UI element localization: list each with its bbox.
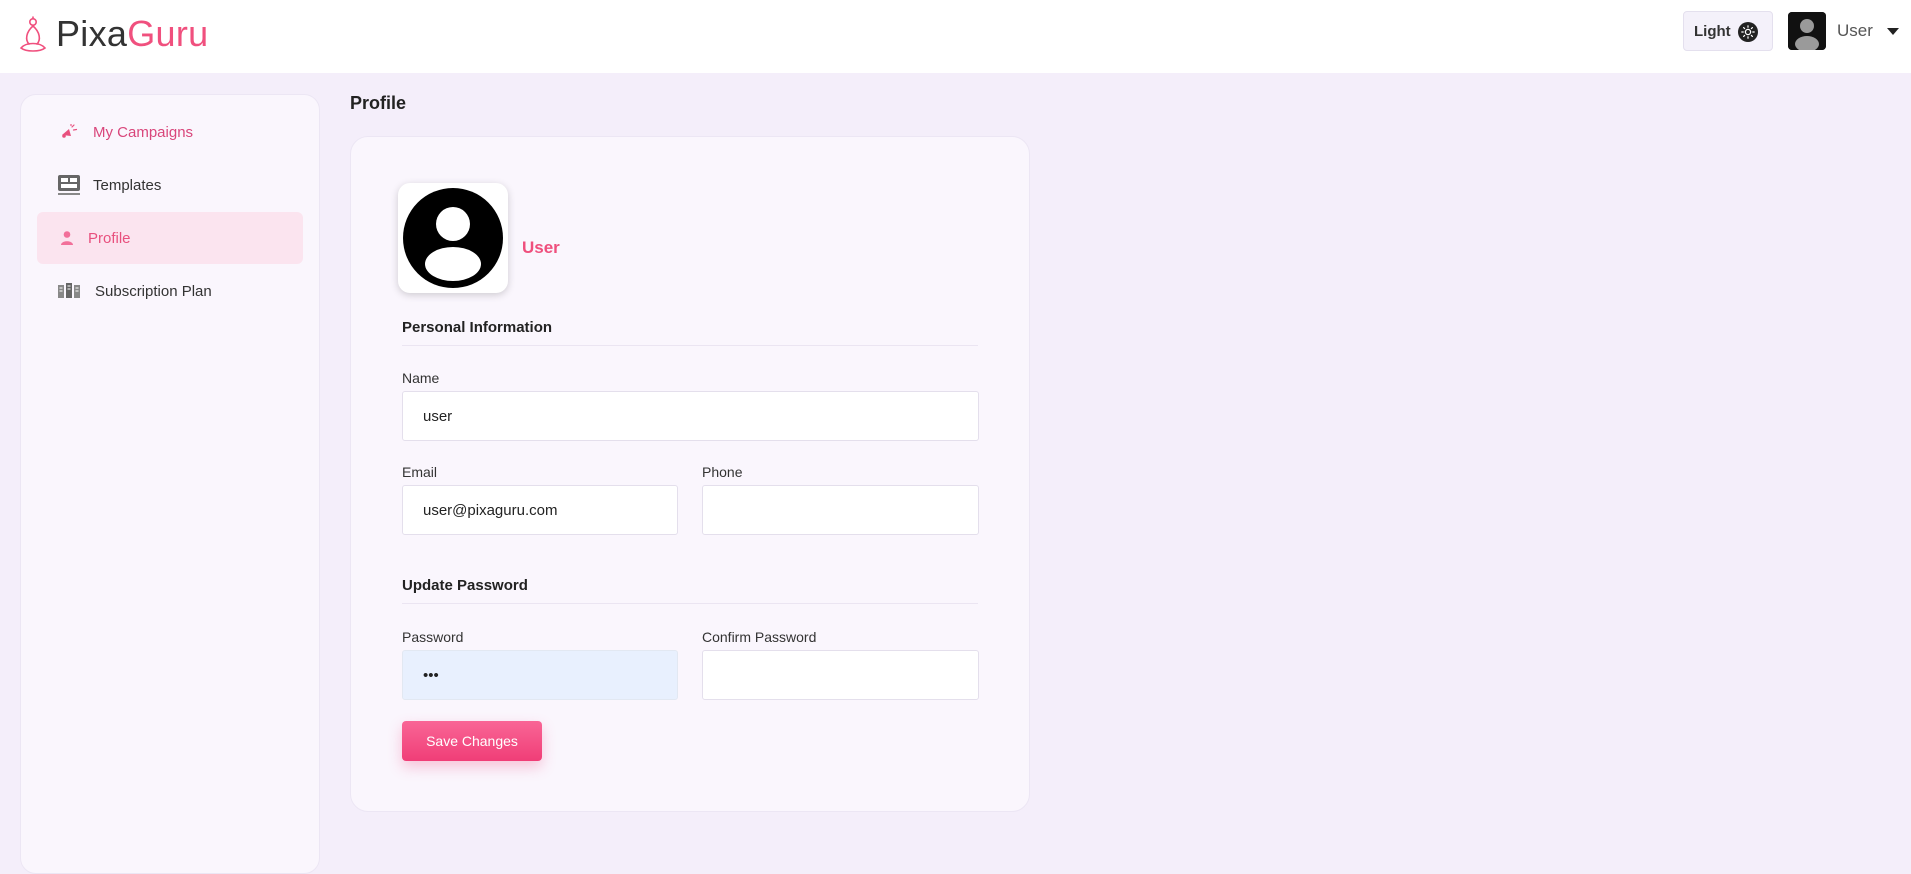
top-header: PixaGuru Light User <box>0 0 1911 73</box>
name-field[interactable] <box>402 391 979 441</box>
logo[interactable]: PixaGuru <box>18 14 208 54</box>
user-avatar-icon <box>1788 12 1826 50</box>
theme-toggle-label: Light <box>1694 22 1731 40</box>
section-divider <box>402 603 978 604</box>
phone-label: Phone <box>702 464 743 480</box>
logo-text: PixaGuru <box>56 14 208 54</box>
sidebar: My Campaigns Templates Profile Subscript… <box>20 94 320 874</box>
user-name: User <box>1837 21 1873 40</box>
password-field[interactable] <box>402 650 678 700</box>
chevron-down-icon <box>1886 27 1899 35</box>
person-icon <box>55 227 79 249</box>
confirm-password-field[interactable] <box>702 650 979 700</box>
page-title: Profile <box>350 93 407 113</box>
profile-card: User Personal Information Name Email Pho… <box>350 136 1030 812</box>
logo-text-guru: Guru <box>127 13 209 54</box>
subscription-icon <box>57 280 81 302</box>
update-password-heading: Update Password <box>402 577 528 594</box>
profile-display-name: User <box>522 238 560 257</box>
phone-field[interactable] <box>702 485 979 535</box>
sidebar-item-templates[interactable]: Templates <box>37 159 303 211</box>
sun-icon <box>1738 22 1758 42</box>
section-divider <box>402 345 978 346</box>
sidebar-item-label: Templates <box>93 176 162 194</box>
personal-info-heading: Personal Information <box>402 319 553 336</box>
sidebar-item-my-campaigns[interactable]: My Campaigns <box>37 106 303 158</box>
email-label: Email <box>402 464 438 480</box>
logo-text-pixa: Pixa <box>56 13 128 54</box>
avatar <box>1788 12 1826 50</box>
sidebar-item-subscription-plan[interactable]: Subscription Plan <box>37 265 303 317</box>
default-avatar-icon <box>403 188 503 288</box>
user-menu[interactable]: User <box>1788 11 1899 51</box>
sidebar-item-profile[interactable]: Profile <box>37 212 303 264</box>
save-changes-button[interactable]: Save Changes <box>402 721 542 761</box>
megaphone-icon <box>57 121 81 143</box>
profile-avatar[interactable] <box>398 183 508 293</box>
theme-toggle-button[interactable]: Light <box>1683 11 1773 51</box>
confirm-password-label: Confirm Password <box>702 629 817 645</box>
sidebar-item-label: Profile <box>88 229 131 247</box>
sidebar-item-label: Subscription Plan <box>95 282 212 300</box>
name-label: Name <box>402 370 440 386</box>
pixaguru-logo-icon <box>19 16 47 52</box>
templates-icon <box>57 174 81 196</box>
sidebar-item-label: My Campaigns <box>93 123 194 141</box>
password-label: Password <box>402 629 464 645</box>
email-field[interactable] <box>402 485 678 535</box>
